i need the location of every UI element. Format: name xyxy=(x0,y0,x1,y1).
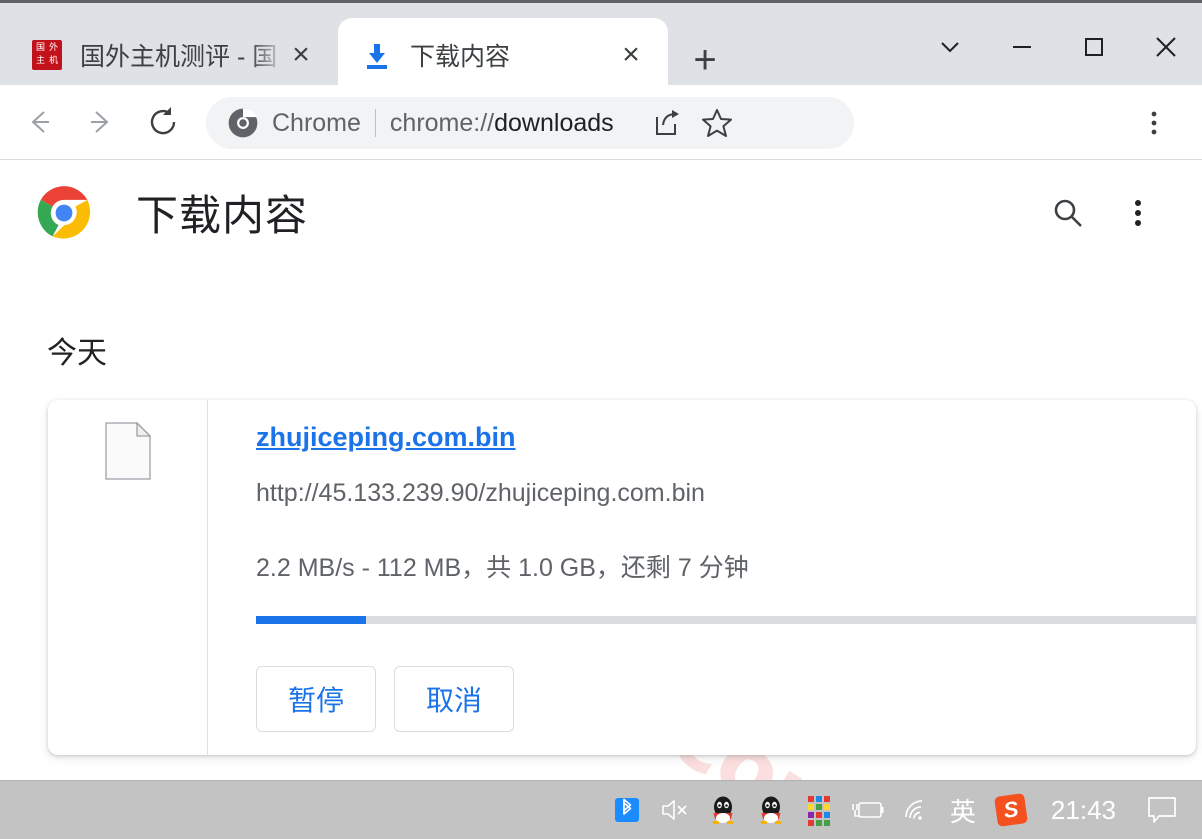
download-item-card: zhujiceping.com.bin http://45.133.239.90… xyxy=(48,400,1196,755)
chrome-logo xyxy=(36,185,92,241)
system-tray: 英 S 21:43 xyxy=(603,781,1202,839)
section-label-today: 今天 xyxy=(47,337,107,370)
omnibox-divider xyxy=(374,109,376,137)
windows-taskbar: 英 S 21:43 xyxy=(0,780,1202,839)
file-icon-column xyxy=(48,400,208,755)
downloads-page: 下载内容 zhujiceping.com 今天 xyxy=(0,160,1202,780)
battery-charging-icon[interactable] xyxy=(843,781,891,839)
page-title: 下载内容 xyxy=(136,192,309,239)
tab-close-button[interactable]: × xyxy=(608,32,654,78)
pause-button[interactable]: 暂停 xyxy=(256,666,376,732)
sogou-icon[interactable]: S xyxy=(987,781,1035,839)
sogou-label: S xyxy=(993,793,1028,827)
reload-icon[interactable] xyxy=(132,91,194,153)
color-grid-icon[interactable] xyxy=(795,781,843,839)
browser-window: 国外主机 国外主机测评 - 国 × 下载内容 × + Chrome chrome… xyxy=(0,0,1202,839)
omnibox-chrome-label: Chrome xyxy=(272,108,361,137)
download-status-text: 2.2 MB/s - 112 MB，共 1.0 GB，还剩 7 分钟 xyxy=(256,554,749,582)
download-source-url: http://45.133.239.90/zhujiceping.com.bin xyxy=(256,479,705,507)
ime-icon[interactable]: 英 xyxy=(939,781,987,839)
ime-label: 英 xyxy=(949,796,976,827)
chrome-logo-small xyxy=(228,108,258,138)
minimize-icon[interactable] xyxy=(986,6,1058,88)
qq-icon[interactable] xyxy=(699,781,747,839)
site-favicon-red: 国外主机 xyxy=(30,38,64,72)
maximize-icon[interactable] xyxy=(1058,6,1130,88)
bluetooth-icon[interactable] xyxy=(603,781,651,839)
window-controls xyxy=(914,6,1202,88)
download-icon xyxy=(360,38,394,72)
omnibox-url-scheme: chrome:// xyxy=(389,108,495,137)
back-arrow-icon[interactable] xyxy=(8,91,70,153)
tab-site-review[interactable]: 国外主机 国外主机测评 - 国 × xyxy=(8,18,338,91)
share-icon[interactable] xyxy=(642,98,692,148)
generic-file-icon xyxy=(104,421,152,480)
chevron-down-icon[interactable] xyxy=(914,6,986,88)
qq-icon-2[interactable] xyxy=(747,781,795,839)
tab-title: 国外主机测评 - 国 xyxy=(80,42,278,71)
page-header: 下载内容 xyxy=(0,160,1202,265)
tab-downloads[interactable]: 下载内容 × xyxy=(338,18,668,91)
title-bar: 国外主机 国外主机测评 - 国 × 下载内容 × + xyxy=(0,0,1202,91)
download-progress-bar xyxy=(256,616,1196,624)
volume-muted-icon[interactable] xyxy=(651,781,699,839)
download-file-name-link[interactable]: zhujiceping.com.bin xyxy=(256,422,516,453)
address-bar[interactable]: Chrome chrome://downloads xyxy=(206,97,854,149)
download-details: zhujiceping.com.bin http://45.133.239.90… xyxy=(208,400,1196,755)
cancel-button[interactable]: 取消 xyxy=(394,666,514,732)
new-tab-button[interactable]: + xyxy=(678,33,732,87)
download-progress-fill xyxy=(256,616,366,624)
wifi-icon[interactable] xyxy=(891,781,939,839)
kebab-menu-icon[interactable] xyxy=(1128,97,1180,149)
download-actions: 暂停 取消 xyxy=(256,666,1196,732)
close-icon[interactable] xyxy=(1130,6,1202,88)
clock[interactable]: 21:43 xyxy=(1035,781,1132,839)
search-icon[interactable] xyxy=(1040,185,1096,241)
tab-title: 下载内容 xyxy=(410,42,511,71)
omnibox-url-path: downloads xyxy=(494,108,614,137)
kebab-menu-icon[interactable] xyxy=(1110,185,1166,241)
forward-arrow-icon[interactable] xyxy=(70,91,132,153)
tab-close-button[interactable]: × xyxy=(278,32,324,78)
notification-icon[interactable] xyxy=(1132,781,1192,839)
omnibox-url: chrome://downloads xyxy=(390,109,614,138)
star-icon[interactable] xyxy=(692,98,742,148)
